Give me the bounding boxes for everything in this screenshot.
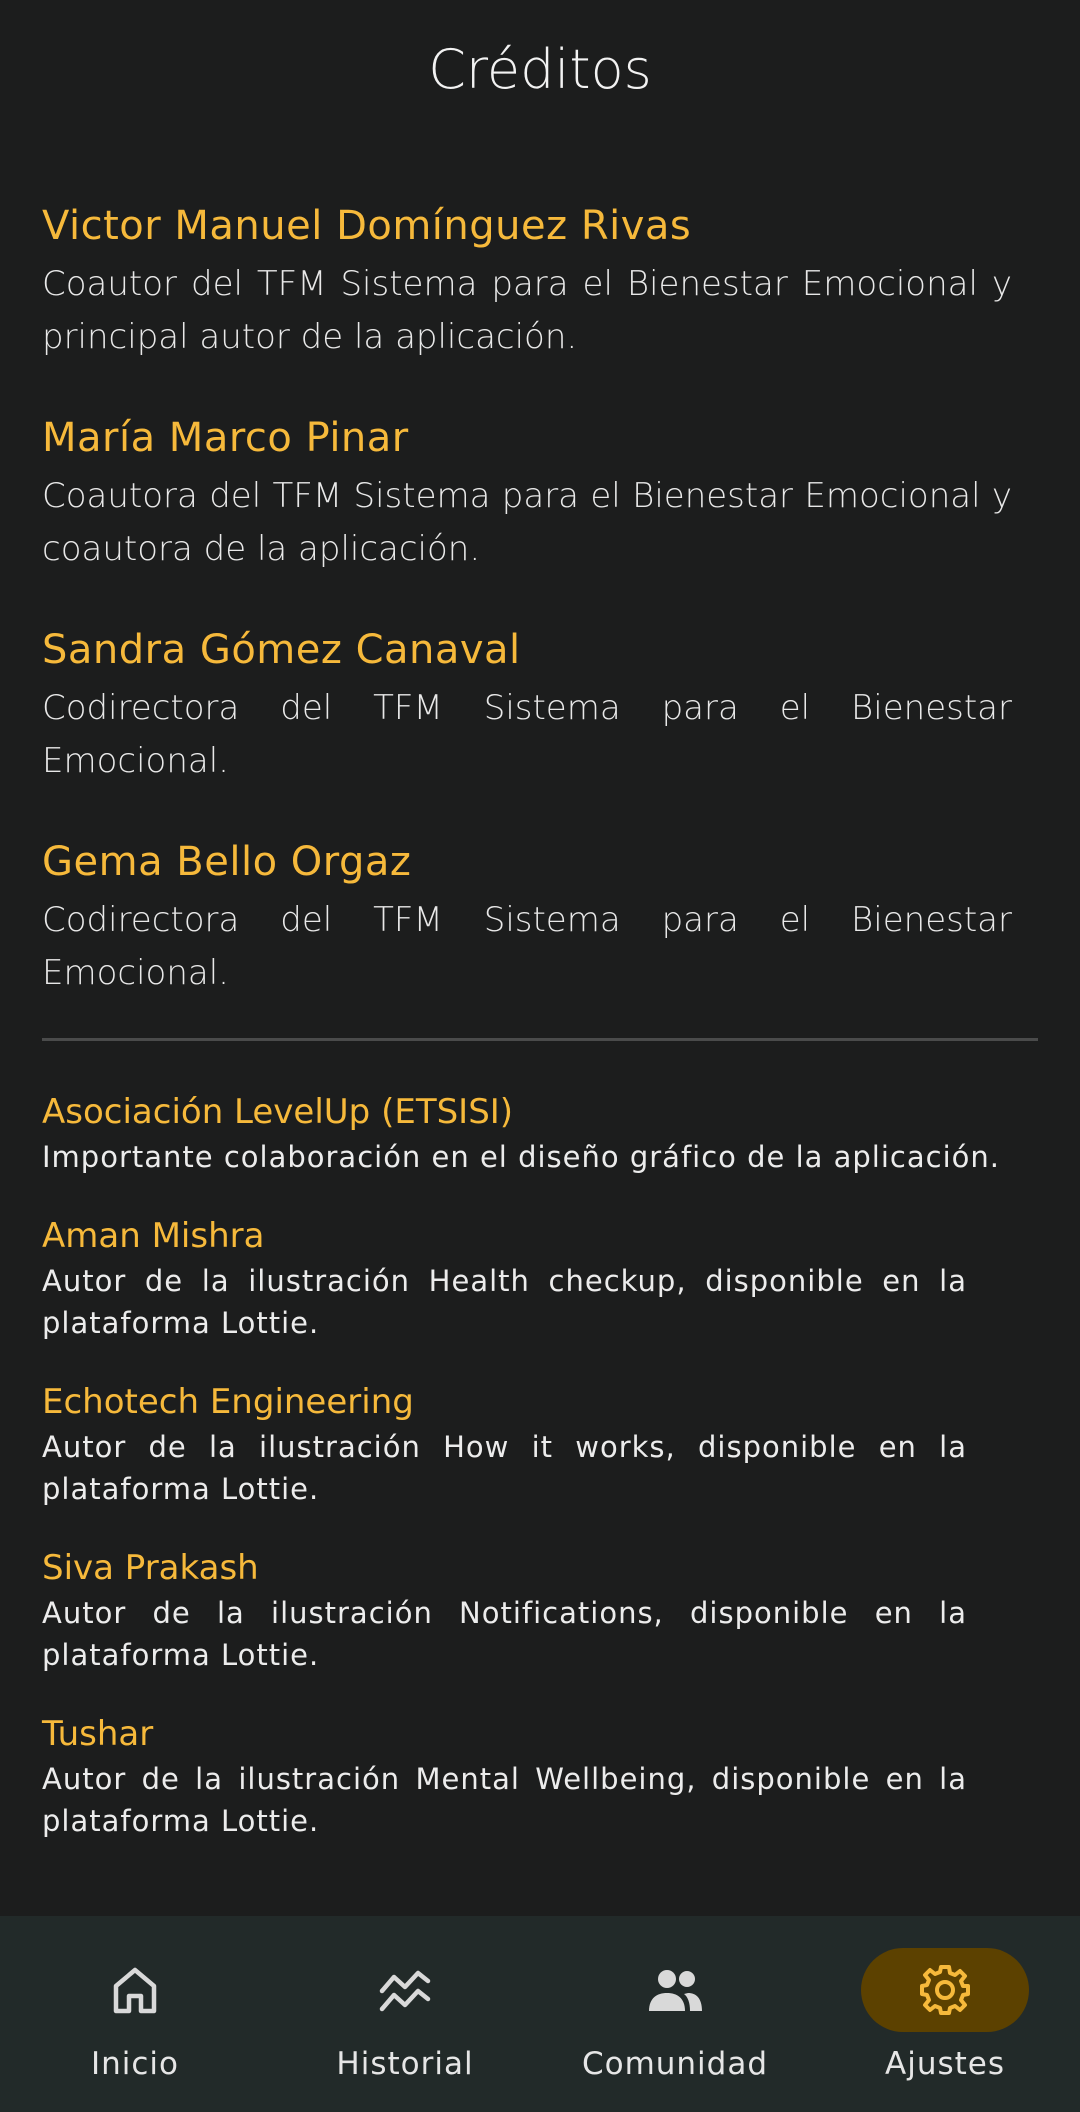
- credits-screen: Créditos Victor Manuel Domínguez Rivas C…: [0, 0, 1080, 2112]
- page-title: Créditos: [428, 38, 652, 101]
- author-name: María Marco Pinar: [42, 415, 409, 461]
- collaborator-description: Autor de la ilustración Health checkup, …: [42, 1264, 967, 1340]
- collaborator-description: Autor de la ilustración Notifications, d…: [42, 1596, 967, 1672]
- collaborator-name: Asociación LevelUp (ETSISI): [42, 1092, 514, 1132]
- collaborator-entry: Tushar Autor de la ilustración Mental We…: [42, 1712, 1038, 1842]
- home-icon: [113, 1967, 157, 2014]
- collaborator-description: Importante colaboración en el diseño grá…: [42, 1140, 1000, 1174]
- nav-icon-container: [591, 1948, 759, 2032]
- nav-label: Historial: [336, 2046, 474, 2082]
- community-icon: [649, 1970, 702, 2011]
- author-entry: Sandra Gómez Canaval Codirectora del TFM…: [42, 624, 1038, 788]
- author-entry: Gema Bello Orgaz Codirectora del TFM Sis…: [42, 836, 1038, 1000]
- nav-label: Comunidad: [581, 2046, 769, 2082]
- collaborators-list: Asociación LevelUp (ETSISI) Importante c…: [42, 1090, 1038, 1878]
- author-description: Coautor del TFM Sistema para el Bienesta…: [42, 264, 1012, 357]
- collaborator-entry: Echotech Engineering Autor de la ilustra…: [42, 1380, 1038, 1510]
- author-description: Codirectora del TFM Sistema para el Bien…: [42, 900, 1012, 993]
- author-description: Coautora del TFM Sistema para el Bienest…: [42, 476, 1012, 569]
- nav-item-historial[interactable]: Historial: [270, 1916, 540, 2112]
- settings-icon: [920, 1965, 970, 2015]
- collaborator-name: Aman Mishra: [42, 1216, 265, 1256]
- nav-label: Inicio: [90, 2046, 180, 2082]
- nav-label: Ajustes: [885, 2046, 1005, 2082]
- collaborator-description: Autor de la ilustración How it works, di…: [42, 1430, 967, 1506]
- collaborator-name: Siva Prakash: [42, 1548, 259, 1588]
- nav-item-ajustes[interactable]: Ajustes: [810, 1916, 1080, 2112]
- authors-list: Victor Manuel Domínguez Rivas Coautor de…: [42, 200, 1038, 1048]
- author-description: Codirectora del TFM Sistema para el Bien…: [42, 688, 1012, 781]
- collaborator-entry: Aman Mishra Autor de la ilustración Heal…: [42, 1214, 1038, 1344]
- nav-icon-container: [861, 1948, 1029, 2032]
- author-name: Victor Manuel Domínguez Rivas: [42, 203, 692, 249]
- collaborator-entry: Asociación LevelUp (ETSISI) Importante c…: [42, 1090, 1038, 1178]
- author-entry: María Marco Pinar Coautora del TFM Siste…: [42, 412, 1038, 576]
- nav-item-inicio[interactable]: Inicio: [0, 1916, 270, 2112]
- author-name: Gema Bello Orgaz: [42, 839, 412, 885]
- collaborator-entry: Siva Prakash Autor de la ilustración Not…: [42, 1546, 1038, 1676]
- collaborator-name: Echotech Engineering: [42, 1382, 414, 1422]
- bottom-navigation-bar: Inicio Historial Comunidad Ajustes: [0, 1916, 1080, 2112]
- history-icon: [379, 1970, 431, 2012]
- nav-item-comunidad[interactable]: Comunidad: [540, 1916, 810, 2112]
- section-divider: [42, 1038, 1038, 1041]
- author-name: Sandra Gómez Canaval: [42, 627, 521, 673]
- nav-icon-container: [321, 1948, 489, 2032]
- nav-icon-container: [51, 1948, 219, 2032]
- collaborator-description: Autor de la ilustración Mental Wellbeing…: [42, 1762, 967, 1838]
- collaborator-name: Tushar: [42, 1714, 154, 1754]
- author-entry: Victor Manuel Domínguez Rivas Coautor de…: [42, 200, 1038, 364]
